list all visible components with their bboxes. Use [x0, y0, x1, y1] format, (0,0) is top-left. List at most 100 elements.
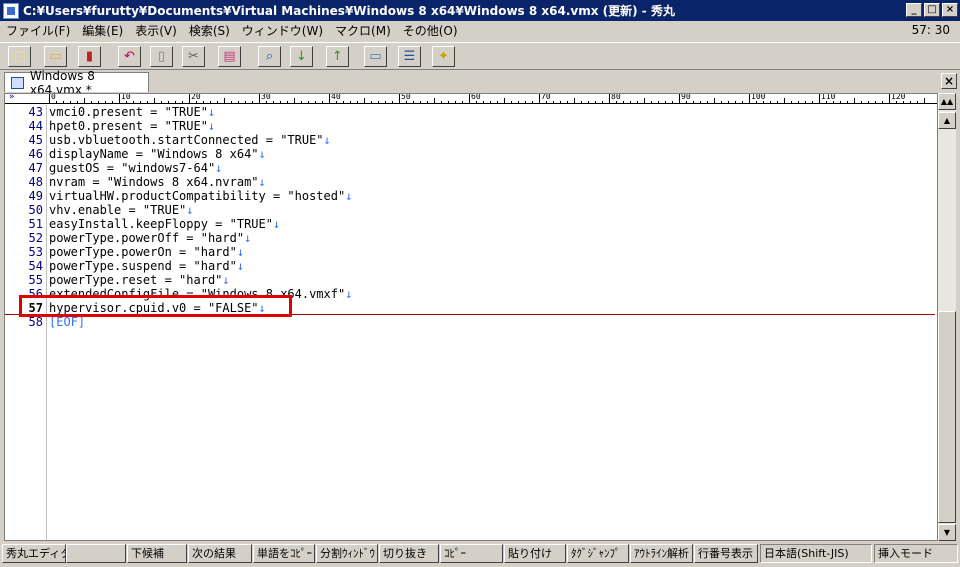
text-line[interactable]: 45 usb.vbluetooth.startConnected = "TRUE"… [5, 133, 937, 147]
line-text: vhv.enable = "TRUE"↓ [49, 203, 194, 217]
close-button[interactable]: × [942, 3, 958, 17]
line-number: 58 [28, 315, 43, 329]
menu-edit[interactable]: 編集(E) [76, 22, 129, 39]
document-icon [11, 76, 24, 89]
window-title: C:¥Users¥furutty¥Documents¥Virtual Machi… [23, 4, 675, 18]
text-line[interactable]: 54 powerType.suspend = "hard"↓ [5, 259, 937, 273]
text-line[interactable]: 46 displayName = "Windows 8 x64"↓ [5, 147, 937, 161]
input-mode-status[interactable]: 挿入モード [874, 544, 958, 563]
text-line[interactable]: 47 guestOS = "windows7-64"↓ [5, 161, 937, 175]
line-number: 44 [28, 119, 43, 133]
text-line[interactable]: 49 virtualHW.productCompatibility = "host… [5, 189, 937, 203]
menu-macro[interactable]: マクロ(M) [329, 22, 397, 39]
copy-button[interactable]: ▯ [150, 46, 173, 67]
text-line[interactable]: 44 hpet0.present = "TRUE"↓ [5, 119, 937, 133]
text-line[interactable]: 52 powerType.powerOff = "hard"↓ [5, 231, 937, 245]
open-folder-icon: ▭ [49, 49, 62, 64]
ruler-marker: » [9, 93, 15, 102]
line-number: 48 [28, 175, 43, 189]
line-text: vmci0.present = "TRUE"↓ [49, 105, 215, 119]
find-button[interactable]: ⌕ [258, 46, 281, 67]
function-key-f8[interactable]: ｺﾋﾟｰ [440, 544, 503, 563]
toolbar: ▢ ▭ ▮ ↶ ▯ ✂ ▤ ⌕ ↓ ↑ ▭ ☰ ✦ [0, 42, 960, 70]
function-key-f10[interactable]: ﾀｸﾞｼﾞｬﾝﾌﾟ [567, 544, 629, 563]
ruler-label: 100 [751, 93, 766, 101]
line-text: powerType.suspend = "hard"↓ [49, 259, 244, 273]
function-key-f1[interactable]: 秀丸エディタヘ [2, 544, 66, 563]
line-content: powerType.powerOff = "hard" [49, 231, 245, 245]
title-bar[interactable]: C:¥Users¥furutty¥Documents¥Virtual Machi… [0, 0, 960, 21]
new-file-icon: ▢ [13, 49, 26, 64]
split-window-button[interactable]: ☰ [398, 46, 421, 67]
menu-window[interactable]: ウィンドウ(W) [236, 22, 329, 39]
vertical-scrollbar[interactable]: ▲▲ ▲ ▼ [938, 93, 956, 541]
menu-other[interactable]: その他(O) [397, 22, 464, 39]
line-number: 54 [28, 259, 43, 273]
find-up-button[interactable]: ↑ [326, 46, 349, 67]
line-text: hpet0.present = "TRUE"↓ [49, 119, 215, 133]
ruler-label: 50 [401, 93, 411, 101]
scroll-top-button[interactable]: ▲▲ [938, 93, 956, 110]
find-down-button[interactable]: ↓ [290, 46, 313, 67]
find-up-icon: ↑ [332, 49, 343, 64]
window-button[interactable]: ▭ [364, 46, 387, 67]
function-key-f9[interactable]: 貼り付け [504, 544, 566, 563]
new-file-button[interactable]: ▢ [8, 46, 31, 67]
text-editor[interactable]: » 0 10 20 30 40 50 60 70 80 90 100 110 120 43 vmci0.p… [4, 93, 938, 541]
line-content: vmci0.present = "TRUE" [49, 105, 208, 119]
text-line[interactable]: 53 powerType.powerOn = "hard"↓ [5, 245, 937, 259]
line-content: displayName = "Windows 8 x64" [49, 147, 259, 161]
text-line[interactable]: 55 powerType.reset = "hard"↓ [5, 273, 937, 287]
hidemaru-button[interactable]: ✦ [432, 46, 455, 67]
function-key-f3[interactable]: 下候補 [127, 544, 187, 563]
maximize-button[interactable]: □ [924, 3, 940, 17]
line-content: powerType.powerOn = "hard" [49, 245, 237, 259]
encoding-status[interactable]: 日本語(Shift-JIS) [760, 544, 872, 563]
menu-file[interactable]: ファイル(F) [0, 22, 76, 39]
scroll-down-button[interactable]: ▼ [938, 524, 956, 541]
hidemaru-app-icon[interactable] [3, 2, 19, 19]
eol-mark: ↓ [258, 175, 266, 189]
function-key-f4[interactable]: 次の結果 [188, 544, 252, 563]
function-key-f2[interactable] [66, 544, 126, 563]
hidemaru-icon: ✦ [438, 49, 449, 64]
line-text: easyInstall.keepFloppy = "TRUE"↓ [49, 217, 280, 231]
undo-button[interactable]: ↶ [118, 46, 141, 67]
minimize-button[interactable]: _ [906, 3, 922, 17]
line-content: guestOS = "windows7-64" [49, 161, 216, 175]
line-text: guestOS = "windows7-64"↓ [49, 161, 222, 175]
text-line[interactable]: 50 vhv.enable = "TRUE"↓ [5, 203, 937, 217]
eol-mark: ↓ [236, 245, 245, 259]
highlight-box [19, 295, 292, 317]
save-button[interactable]: ▮ [78, 46, 101, 67]
function-key-f11[interactable]: ｱｳﾄﾗｲﾝ解析 [630, 544, 693, 563]
menu-search[interactable]: 検索(S) [183, 22, 236, 39]
open-folder-button[interactable]: ▭ [44, 46, 67, 67]
paste-button[interactable]: ▤ [218, 46, 241, 67]
window-controls: _ □ × [906, 3, 958, 17]
eol-mark: ↓ [345, 287, 353, 301]
line-text: powerType.reset = "hard"↓ [49, 273, 230, 287]
scroll-thumb[interactable] [938, 311, 956, 523]
close-tab-button[interactable]: × [941, 73, 957, 89]
line-content: easyInstall.keepFloppy = "TRUE" [49, 217, 273, 231]
ruler-label: 60 [471, 93, 481, 101]
menu-view[interactable]: 表示(V) [129, 22, 183, 39]
ruler-label: 20 [191, 93, 201, 101]
line-number: 52 [28, 231, 43, 245]
text-line[interactable]: 43 vmci0.present = "TRUE"↓ [5, 105, 937, 119]
cut-button[interactable]: ✂ [182, 46, 205, 67]
line-content: virtualHW.productCompatibility = "hosted… [49, 189, 346, 203]
text-line[interactable]: 48 nvram = "Windows 8 x64.nvram"↓ [5, 175, 937, 189]
function-key-f12[interactable]: 行番号表示 [694, 544, 758, 563]
function-key-f5[interactable]: 単語をｺﾋﾟｰ [253, 544, 315, 563]
tab-windows-8-x64-vmx[interactable]: Windows 8 x64.vmx * [4, 69, 149, 97]
cursor-position: 57: 30 [911, 23, 950, 37]
ruler-label: 80 [611, 93, 621, 101]
text-line[interactable]: 51 easyInstall.keepFloppy = "TRUE"↓ [5, 217, 937, 231]
scroll-up-button[interactable]: ▲ [938, 112, 956, 129]
column-ruler: » 0 10 20 30 40 50 60 70 80 90 100 110 120 [5, 94, 937, 104]
function-key-f7[interactable]: 切り抜き [379, 544, 439, 563]
eof-line[interactable]: 58 [EOF] [5, 315, 937, 329]
function-key-f6[interactable]: 分割ｳｨﾝﾄﾞｳ [316, 544, 378, 563]
